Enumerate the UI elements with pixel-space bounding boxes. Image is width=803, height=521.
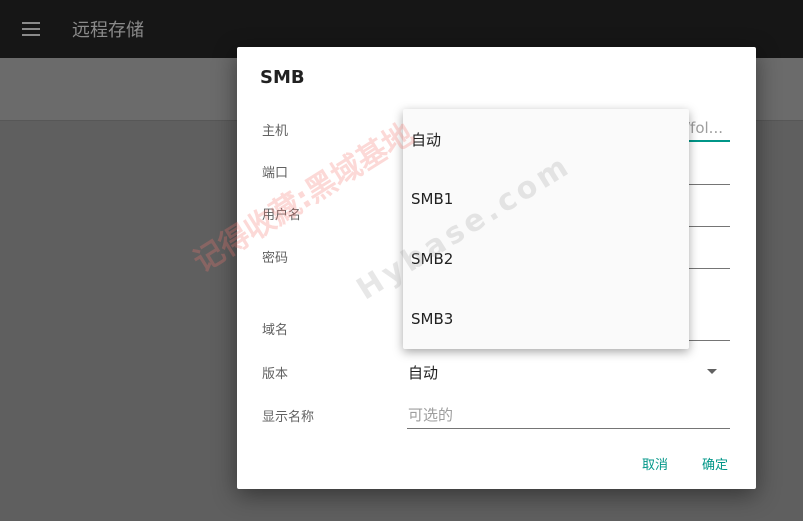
ok-button[interactable]: 确定 (696, 450, 734, 477)
display-name-label: 显示名称 (262, 410, 315, 425)
dialog-title: SMB (260, 67, 305, 88)
host-label: 主机 (262, 124, 289, 139)
menu-item-smb1[interactable]: SMB1 (403, 169, 689, 229)
domain-label: 域名 (262, 323, 289, 338)
display-name-underline (407, 428, 730, 429)
hamburger-menu-icon[interactable] (14, 15, 48, 43)
version-dropdown-menu: 自动 SMB1 SMB2 SMB3 (403, 109, 689, 349)
host-input[interactable]: /fol... (685, 119, 723, 137)
username-label: 用户名 (262, 208, 302, 223)
menu-item-smb3[interactable]: SMB3 (403, 289, 689, 349)
password-label: 密码 (262, 251, 289, 266)
app-title: 远程存储 (72, 20, 144, 41)
version-label: 版本 (262, 367, 289, 382)
chevron-down-icon[interactable] (707, 369, 717, 374)
menu-item-auto[interactable]: 自动 (403, 109, 689, 169)
cancel-button[interactable]: 取消 (636, 450, 674, 477)
display-name-input[interactable] (407, 402, 732, 428)
port-label: 端口 (262, 166, 289, 181)
version-select[interactable] (407, 352, 730, 392)
version-selected-value: 自动 (408, 364, 439, 382)
menu-item-smb2[interactable]: SMB2 (403, 229, 689, 289)
